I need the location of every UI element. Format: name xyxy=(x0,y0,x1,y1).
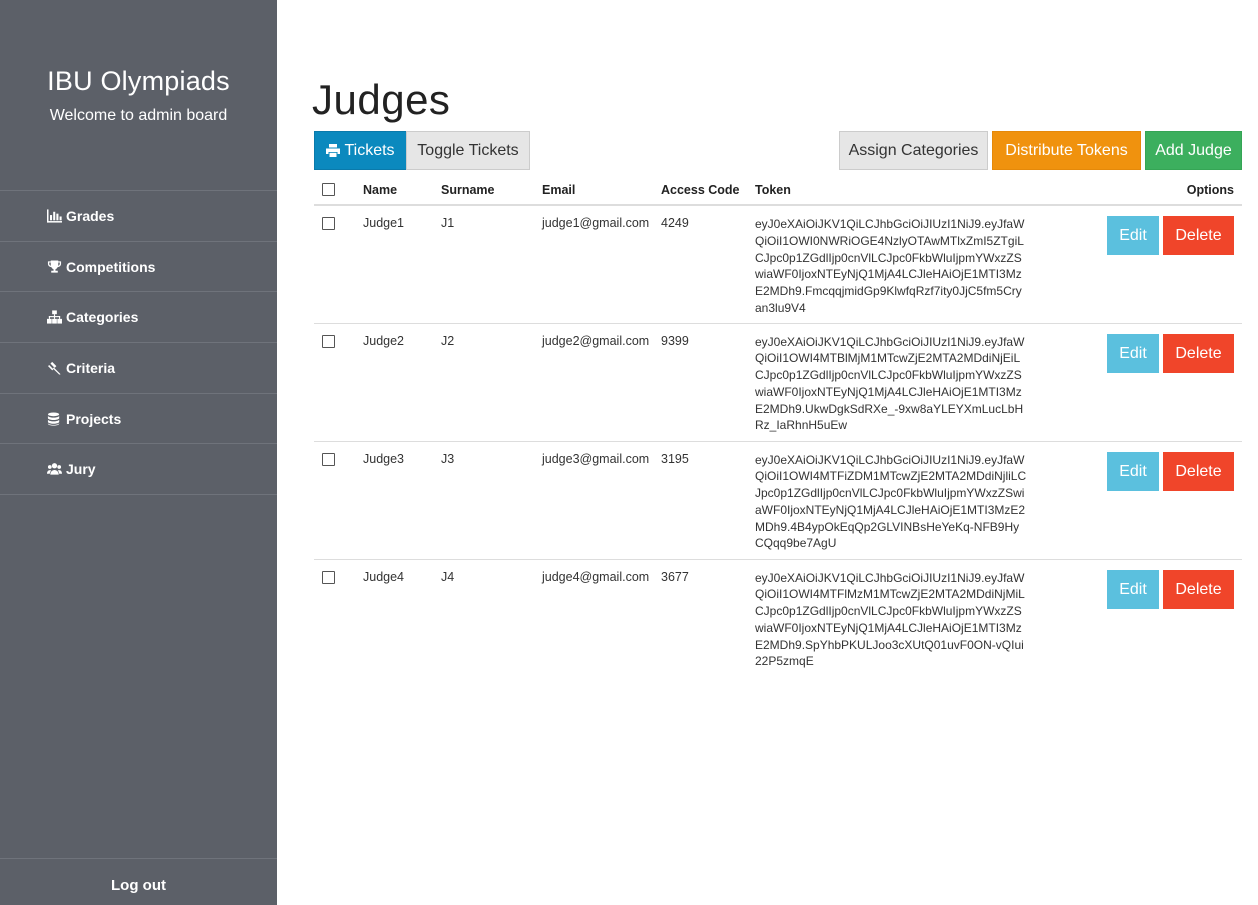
edit-button[interactable]: Edit xyxy=(1107,569,1159,609)
judge-name: Judge3 xyxy=(363,441,441,560)
header-surname: Surname xyxy=(441,175,542,206)
select-all-checkbox[interactable] xyxy=(322,182,335,196)
tickets-button[interactable]: Tickets xyxy=(314,131,407,170)
sitemap-icon xyxy=(47,310,62,324)
judge-access-code: 3677 xyxy=(661,569,689,584)
judge-surname: J1 xyxy=(441,205,542,324)
delete-button[interactable]: Delete xyxy=(1163,569,1234,609)
row-select-cell xyxy=(314,441,363,560)
token-cell: eyJ0eXAiOiJKV1QiLCJhbGciOiJIUzI1NiJ9.eyJ… xyxy=(755,559,1055,677)
sidebar-item-label: Jury xyxy=(66,461,96,478)
table-row: Judge3 J3 judge3@gmail.com 3195 eyJ0eXAi… xyxy=(314,441,1242,560)
judge-name: Judge4 xyxy=(363,569,405,584)
delete-button[interactable]: Delete xyxy=(1163,451,1234,491)
sidebar-item-projects[interactable]: Projects xyxy=(0,394,277,445)
table-header-row: Name Surname Email Access Code Token Opt… xyxy=(314,175,1242,206)
judge-access-code: 4249 xyxy=(661,205,755,324)
sidebar: IBU Olympiads Welcome to admin board Gra… xyxy=(0,0,277,905)
token-cell: eyJ0eXAiOiJKV1QiLCJhbGciOiJIUzI1NiJ9.eyJ… xyxy=(755,205,1055,324)
judge-token: eyJ0eXAiOiJKV1QiLCJhbGciOiJIUzI1NiJ9.eyJ… xyxy=(755,570,1025,669)
printer-icon xyxy=(326,144,341,157)
app-title: IBU Olympiads xyxy=(47,66,230,96)
delete-button[interactable]: Delete xyxy=(1163,216,1234,255)
gavel-icon xyxy=(48,361,61,375)
options-cell: Edit Delete xyxy=(1055,205,1242,324)
judge-email: judge3@gmail.com xyxy=(542,441,661,560)
judge-name: Judge2 xyxy=(363,323,441,442)
sidebar-nav: Grades Competitions Categories Criteria … xyxy=(0,190,277,496)
table-row: Judge2 J2 judge2@gmail.com 9399 eyJ0eXAi… xyxy=(314,323,1242,442)
header-token: Token xyxy=(755,175,1055,206)
sidebar-item-jury[interactable]: Jury xyxy=(0,444,277,496)
assign-categories-button[interactable]: Assign Categories xyxy=(839,131,988,170)
sidebar-item-categories[interactable]: Categories xyxy=(0,292,277,344)
options-cell: Edit Delete xyxy=(1055,559,1242,677)
header-select-all xyxy=(314,175,363,206)
header-email: Email xyxy=(542,175,661,206)
row-checkbox[interactable] xyxy=(322,217,335,230)
token-cell: eyJ0eXAiOiJKV1QiLCJhbGciOiJIUzI1NiJ9.eyJ… xyxy=(755,323,1055,442)
judge-email: judge2@gmail.com xyxy=(542,323,661,442)
judge-access-code: 3195 xyxy=(661,441,755,560)
logout-button[interactable]: Log out xyxy=(0,858,277,905)
users-icon xyxy=(47,463,62,475)
brand: IBU Olympiads Welcome to admin board xyxy=(0,0,277,190)
sidebar-item-label: Grades xyxy=(66,207,115,224)
row-checkbox[interactable] xyxy=(322,452,335,466)
edit-button[interactable]: Edit xyxy=(1107,333,1159,373)
row-select-cell xyxy=(314,205,363,324)
row-checkbox[interactable] xyxy=(322,570,335,584)
tickets-button-label: Tickets xyxy=(344,141,395,159)
header-options: Options xyxy=(1055,175,1242,206)
trophy-icon xyxy=(47,259,62,273)
edit-button[interactable]: Edit xyxy=(1107,451,1159,491)
judge-surname: J3 xyxy=(441,441,542,560)
header-access-code: Access Code xyxy=(661,175,755,206)
distribute-tokens-button[interactable]: Distribute Tokens xyxy=(992,131,1141,170)
app-subtitle: Welcome to admin board xyxy=(49,107,228,124)
judge-surname: J4 xyxy=(441,569,455,584)
table-row: Judge1 J1 judge1@gmail.com 4249 eyJ0eXAi… xyxy=(314,205,1242,324)
judge-email: judge1@gmail.com xyxy=(542,205,661,324)
judge-email: judge4@gmail.com xyxy=(542,569,650,584)
sidebar-item-grades[interactable]: Grades xyxy=(0,191,277,242)
bar-chart-icon xyxy=(47,209,62,223)
table-row: Judge4 J4 judge4@gmail.com 3677 eyJ0eXAi… xyxy=(314,559,1242,677)
judge-token: eyJ0eXAiOiJKV1QiLCJhbGciOiJIUzI1NiJ9.eyJ… xyxy=(755,217,1025,315)
judge-name: Judge1 xyxy=(363,205,441,324)
sidebar-item-label: Competitions xyxy=(66,258,156,275)
sidebar-item-criteria[interactable]: Criteria xyxy=(0,343,277,394)
row-checkbox[interactable] xyxy=(322,334,335,348)
options-cell: Edit Delete xyxy=(1055,323,1242,442)
row-select-cell xyxy=(314,559,363,677)
judge-surname: J2 xyxy=(441,323,542,442)
page-title: Judges xyxy=(312,76,451,123)
sidebar-item-label: Criteria xyxy=(66,359,116,376)
edit-button[interactable]: Edit xyxy=(1107,216,1159,255)
sidebar-item-competitions[interactable]: Competitions xyxy=(0,242,277,293)
judge-token: eyJ0eXAiOiJKV1QiLCJhbGciOiJIUzI1NiJ9.eyJ… xyxy=(755,452,1027,551)
sidebar-item-label: Categories xyxy=(66,309,139,326)
delete-button[interactable]: Delete xyxy=(1163,333,1234,373)
judges-table: Name Surname Email Access Code Token Opt… xyxy=(314,175,1242,677)
add-judge-button[interactable]: Add Judge xyxy=(1145,131,1242,170)
judge-token: eyJ0eXAiOiJKV1QiLCJhbGciOiJIUzI1NiJ9.eyJ… xyxy=(755,334,1025,433)
judge-access-code: 9399 xyxy=(661,323,755,442)
sidebar-item-label: Projects xyxy=(66,410,122,427)
row-select-cell xyxy=(314,323,363,442)
toggle-tickets-button[interactable]: Toggle Tickets xyxy=(406,131,530,170)
options-cell: Edit Delete xyxy=(1055,441,1242,560)
header-name: Name xyxy=(363,175,441,206)
database-icon xyxy=(47,412,60,426)
token-cell: eyJ0eXAiOiJKV1QiLCJhbGciOiJIUzI1NiJ9.eyJ… xyxy=(755,441,1055,560)
